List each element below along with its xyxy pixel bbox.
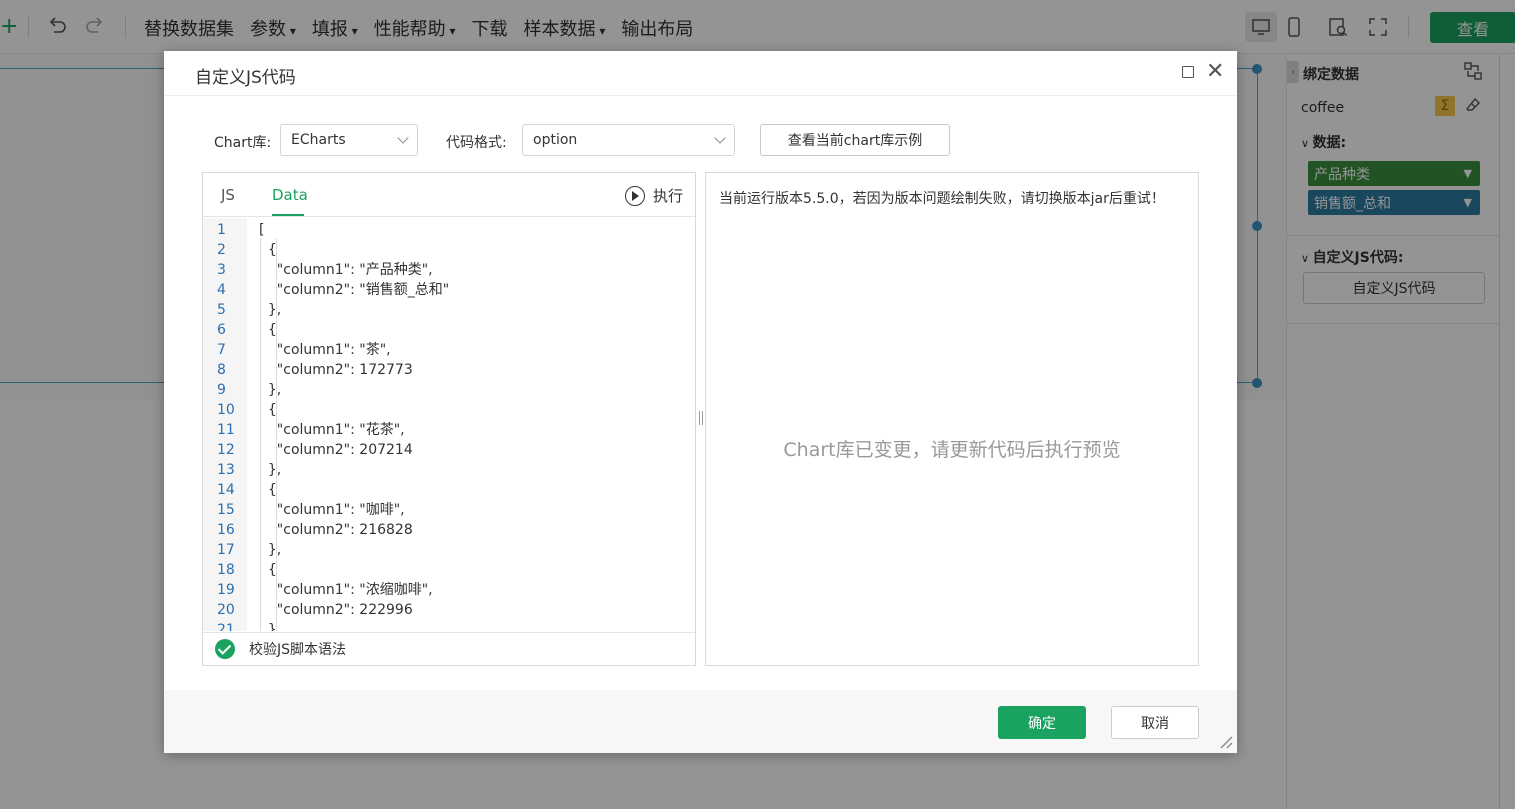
- line-number: 5: [217, 302, 226, 318]
- tab-js[interactable]: JS: [221, 186, 235, 204]
- chart-preview-panel: 当前运行版本5.5.0，若因为版本问题绘制失败，请切换版本jar后重试！ Cha…: [705, 172, 1199, 666]
- line-number: 16: [217, 522, 235, 538]
- code-editor-panel: JS Data 执行 1[2 {3 "column1": "产品种类", 4 "c…: [202, 172, 696, 666]
- code-line: 3 "column1": "产品种类",: [203, 260, 695, 280]
- code-line: 10 {: [203, 400, 695, 420]
- split-drag-handle[interactable]: [699, 411, 703, 425]
- line-number: 19: [217, 582, 235, 598]
- line-number: 6: [217, 322, 226, 338]
- line-number: 12: [217, 442, 235, 458]
- code-line: 4 "column2": "销售额_总和": [203, 280, 695, 300]
- dialog-header: 自定义JS代码 ✕: [164, 51, 1237, 96]
- code-text: },: [259, 542, 282, 558]
- validate-syntax-bar[interactable]: 校验JS脚本语法: [203, 632, 695, 665]
- code-line: 12 "column2": 207214: [203, 440, 695, 460]
- code-line: 17 },: [203, 540, 695, 560]
- code-text: {: [259, 242, 277, 258]
- code-line: 21 },: [203, 620, 695, 631]
- code-text: },: [259, 622, 282, 631]
- code-text: "column1": "浓缩咖啡",: [259, 582, 433, 598]
- code-line: 15 "column1": "咖啡",: [203, 500, 695, 520]
- code-text: "column1": "花茶",: [259, 422, 405, 438]
- play-icon: [625, 185, 645, 206]
- code-text: [: [259, 222, 265, 238]
- view-example-button[interactable]: 查看当前chart库示例: [760, 124, 950, 156]
- code-text: "column1": "茶",: [259, 342, 391, 358]
- tab-data[interactable]: Data: [272, 186, 308, 204]
- maximize-icon[interactable]: [1182, 66, 1194, 78]
- code-text: "column1": "产品种类",: [259, 262, 433, 278]
- dialog-title: 自定义JS代码: [195, 68, 296, 88]
- code-text: {: [259, 402, 277, 418]
- code-format-value: option: [533, 132, 578, 148]
- code-text: "column2": "销售额_总和": [259, 282, 450, 298]
- code-text: "column2": 222996: [259, 602, 413, 618]
- line-number: 21: [217, 622, 235, 631]
- code-line: 5 },: [203, 300, 695, 320]
- line-number: 7: [217, 342, 226, 358]
- line-number: 4: [217, 282, 226, 298]
- code-text: },: [259, 382, 282, 398]
- code-line: 14 {: [203, 480, 695, 500]
- code-line: 11 "column1": "花茶",: [203, 420, 695, 440]
- chevron-down-icon: [714, 131, 726, 144]
- chevron-down-icon: [397, 131, 409, 144]
- code-text: "column2": 207214: [259, 442, 413, 458]
- code-text: {: [259, 322, 277, 338]
- code-text: {: [259, 482, 277, 498]
- code-line: 19 "column1": "浓缩咖啡",: [203, 580, 695, 600]
- line-number: 18: [217, 562, 235, 578]
- code-line: 16 "column2": 216828: [203, 520, 695, 540]
- preview-placeholder: Chart库已变更，请更新代码后执行预览: [783, 439, 1121, 461]
- code-text: {: [259, 562, 277, 578]
- line-number: 20: [217, 602, 235, 618]
- line-number: 11: [217, 422, 235, 438]
- code-line: 9 },: [203, 380, 695, 400]
- chart-lib-value: ECharts: [291, 132, 346, 148]
- code-line: 20 "column2": 222996: [203, 600, 695, 620]
- line-number: 13: [217, 462, 235, 478]
- code-editor[interactable]: 1[2 {3 "column1": "产品种类", 4 "column2": "销…: [203, 218, 695, 631]
- line-number: 1: [217, 222, 226, 238]
- check-circle-icon: [215, 639, 235, 659]
- code-format-label: 代码格式:: [446, 135, 507, 151]
- editor-tabs: JS Data 执行: [203, 173, 695, 217]
- run-button[interactable]: 执行: [625, 185, 683, 206]
- code-text: "column2": 172773: [259, 362, 413, 378]
- code-text: "column2": 216828: [259, 522, 413, 538]
- active-tab-indicator: [272, 214, 304, 216]
- resize-grip-icon[interactable]: [1217, 733, 1233, 749]
- chart-lib-select[interactable]: ECharts: [280, 124, 418, 156]
- code-text: },: [259, 462, 282, 478]
- line-number: 9: [217, 382, 226, 398]
- close-icon[interactable]: ✕: [1206, 59, 1224, 85]
- code-line: 2 {: [203, 240, 695, 260]
- line-number: 15: [217, 502, 235, 518]
- version-message: 当前运行版本5.5.0，若因为版本问题绘制失败，请切换版本jar后重试！: [719, 191, 1165, 207]
- line-number: 2: [217, 242, 226, 258]
- code-line: 8 "column2": 172773: [203, 360, 695, 380]
- code-line: 6 {: [203, 320, 695, 340]
- code-text: },: [259, 302, 282, 318]
- line-number: 14: [217, 482, 235, 498]
- cancel-button[interactable]: 取消: [1111, 706, 1199, 739]
- code-text: "column1": "咖啡",: [259, 502, 405, 518]
- code-line: 7 "column1": "茶",: [203, 340, 695, 360]
- dialog-footer: 确定 取消: [164, 690, 1237, 753]
- run-label: 执行: [653, 187, 684, 205]
- code-format-select[interactable]: option: [522, 124, 735, 156]
- chart-lib-label: Chart库:: [214, 135, 272, 151]
- line-number: 17: [217, 542, 235, 558]
- custom-js-dialog: 自定义JS代码 ✕ Chart库: ECharts 代码格式: option 查…: [164, 51, 1237, 753]
- line-number: 3: [217, 262, 226, 278]
- code-line: 1[: [203, 220, 695, 240]
- confirm-button[interactable]: 确定: [998, 706, 1086, 739]
- validate-label: 校验JS脚本语法: [249, 642, 347, 658]
- code-line: 18 {: [203, 560, 695, 580]
- line-number: 10: [217, 402, 235, 418]
- code-line: 13 },: [203, 460, 695, 480]
- line-number: 8: [217, 362, 226, 378]
